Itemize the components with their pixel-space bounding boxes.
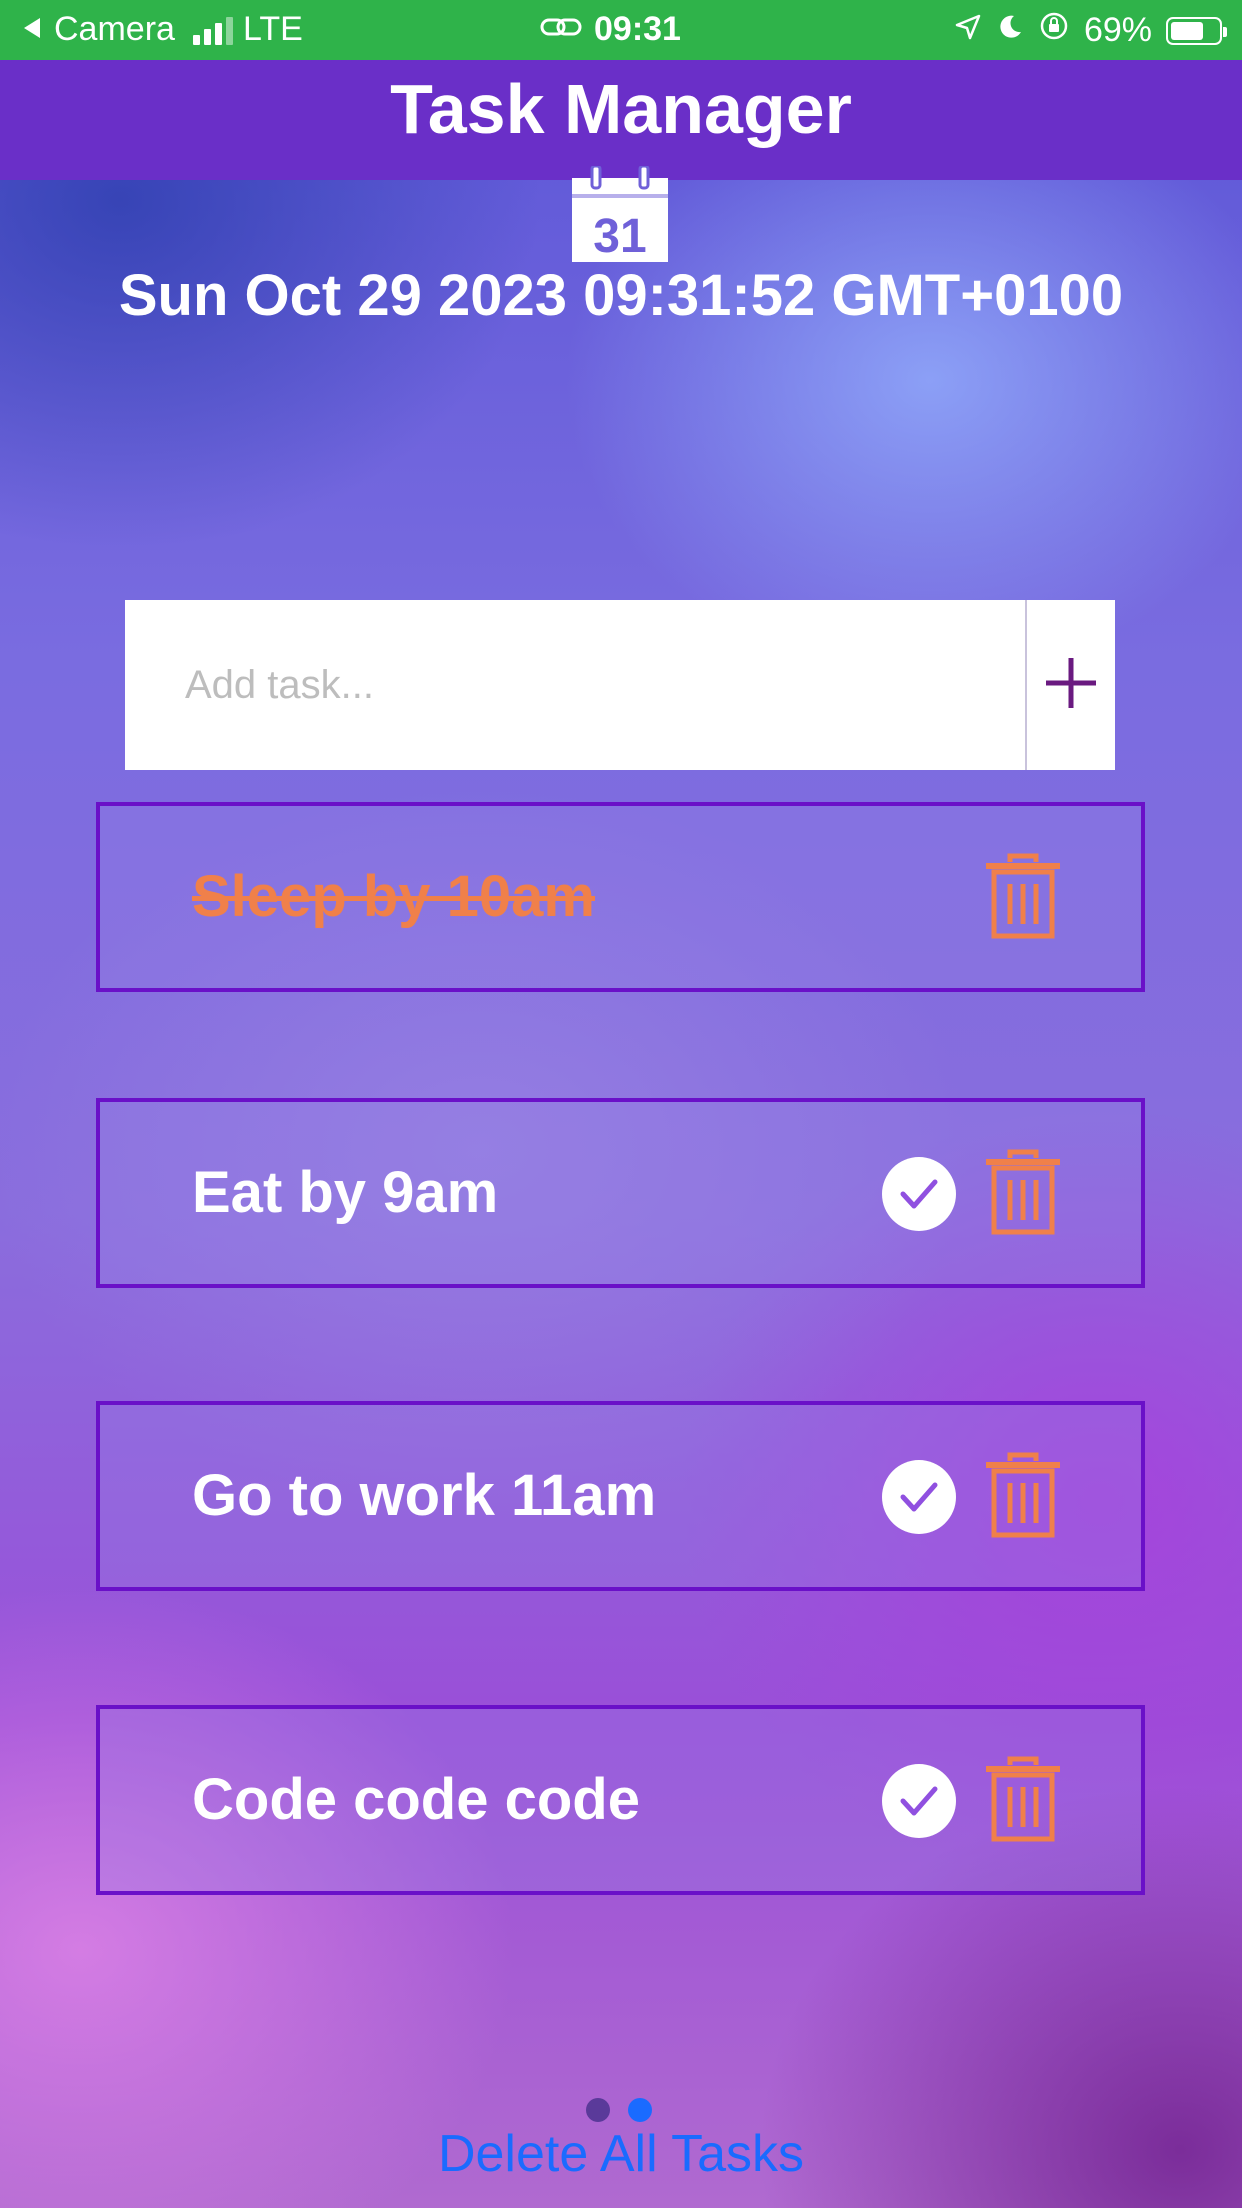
add-task-input[interactable] [125,600,1025,770]
status-left: Camera LTE [20,10,303,49]
signal-icon [192,15,233,45]
network-label: LTE [242,10,303,48]
task-label[interactable]: Sleep by 10am [192,806,595,988]
trash-icon[interactable] [982,1148,1064,1238]
task-item: Sleep by 10am [96,802,1145,992]
rotation-lock-icon [1038,10,1070,51]
back-arrow-icon[interactable] [20,10,44,49]
task-item: Go to work 11am [96,1401,1145,1591]
title-bar: Task Manager [0,60,1242,180]
trash-icon[interactable] [982,1451,1064,1541]
plus-icon [1044,656,1098,715]
task-item: Code code code [96,1705,1145,1895]
check-circle-icon[interactable] [882,1157,956,1231]
task-label[interactable]: Eat by 9am [192,1102,498,1284]
status-bar: Camera LTE 09:31 69% [0,0,1242,60]
task-label[interactable]: Go to work 11am [192,1405,656,1587]
check-circle-icon[interactable] [882,1460,956,1534]
page-dot[interactable] [586,2098,610,2122]
add-task-button[interactable] [1025,600,1115,770]
add-task-row [125,600,1115,770]
battery-icon [1166,16,1227,45]
calendar-day: 31 [593,210,646,262]
calendar-icon: 31 [572,164,668,263]
status-time: 09:31 [594,10,681,48]
trash-icon[interactable] [982,1755,1064,1845]
delete-all-tasks-button[interactable]: Delete All Tasks [0,2124,1242,2184]
trash-icon[interactable] [982,852,1064,942]
task-label[interactable]: Code code code [192,1709,640,1891]
check-circle-icon[interactable] [882,1764,956,1838]
page-title: Task Manager [390,70,852,148]
location-icon [954,11,982,50]
task-item: Eat by 9am [96,1098,1145,1288]
page-indicator [586,2098,652,2122]
moon-icon [996,11,1024,50]
status-center: 09:31 [540,10,681,49]
page-dot-active[interactable] [628,2098,652,2122]
current-date-time: Sun Oct 29 2023 09:31:52 GMT+0100 [118,263,1124,328]
status-right: 69% [954,10,1227,51]
back-app-label[interactable]: Camera [54,10,175,49]
battery-percent: 69% [1083,11,1152,49]
link-icon [540,10,582,49]
